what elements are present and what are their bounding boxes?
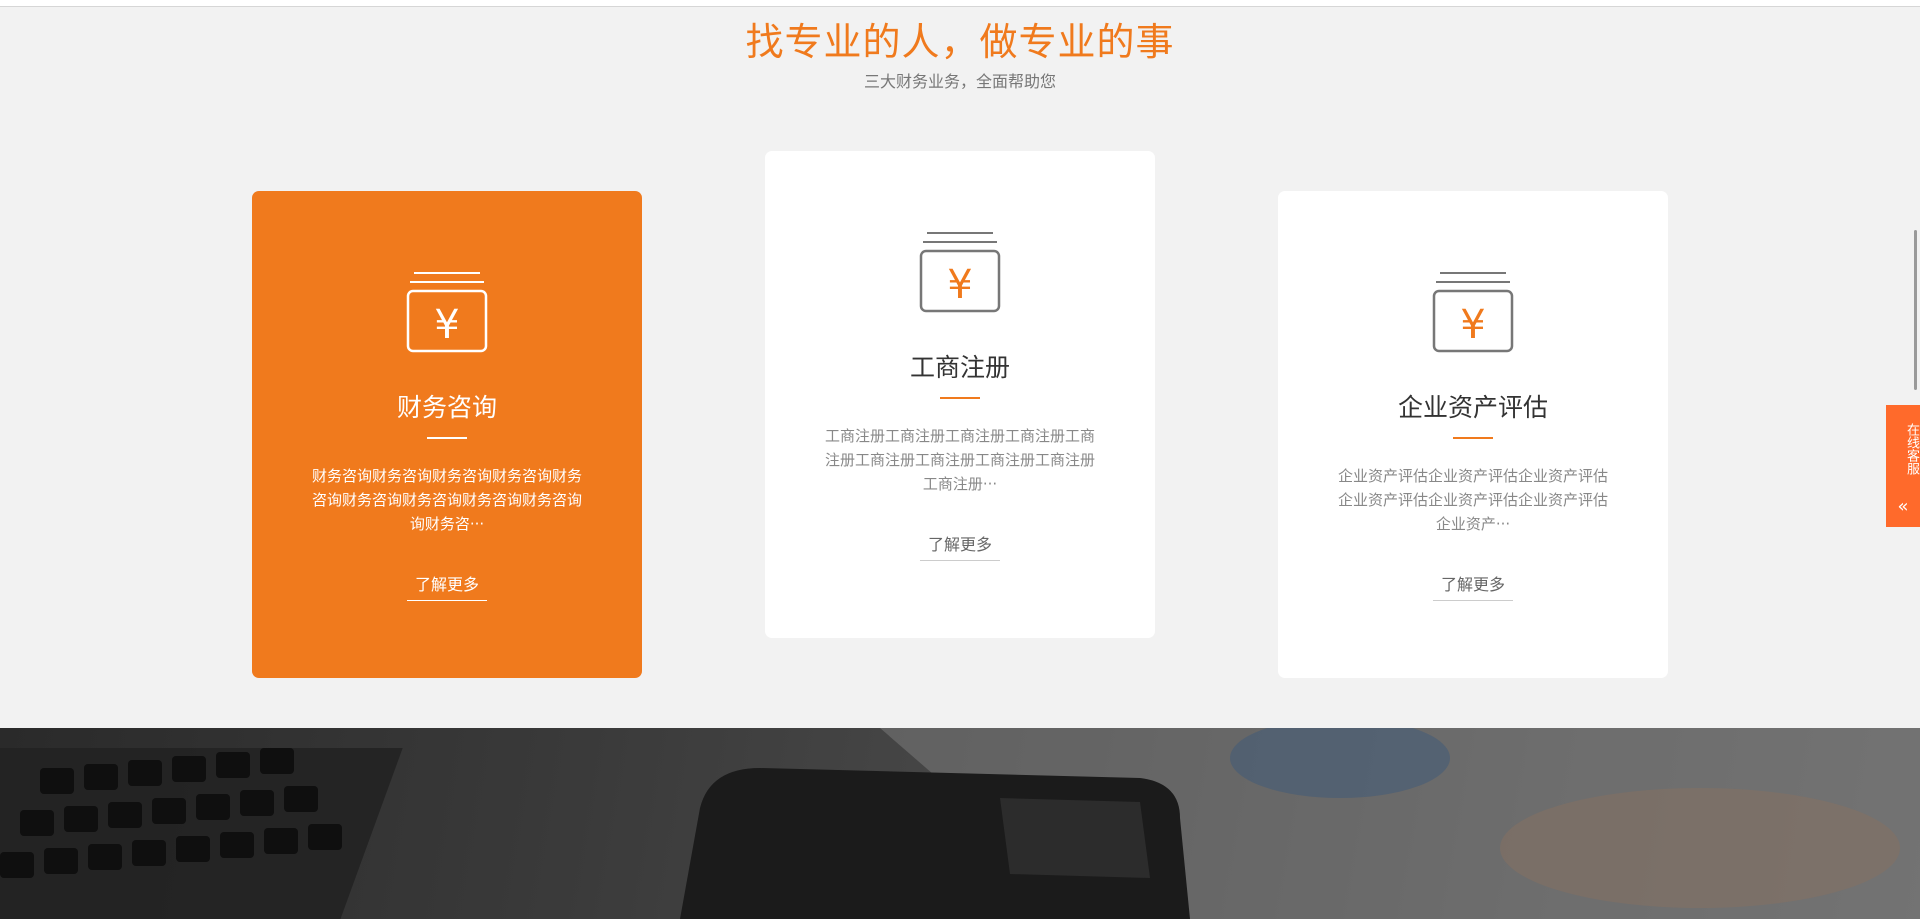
service-card-business-registration[interactable]: ¥ 工商注册 工商注册工商注册工商注册工商注册工商注册工商注册工商注册工商注册工… [765,151,1155,638]
card-description: 工商注册工商注册工商注册工商注册工商注册工商注册工商注册工商注册工商注册工商注册… [824,427,1095,493]
service-card-asset-valuation[interactable]: ¥ 企业资产评估 企业资产评估企业资产评估企业资产评估企业资产评估企业资产评估企… [1278,191,1668,678]
section-subtitle: 三大财务业务，全面帮助您 [863,72,1056,91]
card-divider [940,397,980,399]
card-description: 财务咨询财务咨询财务咨询财务咨询财务咨询财务咨询财务咨询财务咨询财务咨询询财务咨… [311,467,582,533]
card-title: 企业资产评估 [1397,393,1548,422]
yen-money-icon: ¥ [406,269,488,353]
background-photo-laptop-calculator [0,728,1920,919]
learn-more-link[interactable]: 了解更多 [919,534,1001,561]
yen-money-icon: ¥ [1432,269,1514,353]
service-card-financial-consulting[interactable]: ¥ 财务咨询 财务咨询财务咨询财务咨询财务咨询财务咨询财务咨询财务咨询财务咨询财… [252,191,642,678]
card-description: 企业资产评估企业资产评估企业资产评估企业资产评估企业资产评估企业资产评估企业资产… [1337,467,1608,533]
top-border [0,0,1920,7]
svg-text:¥: ¥ [434,302,459,348]
svg-text:¥: ¥ [947,262,972,308]
online-customer-service-button[interactable]: 在线客服 « [1886,405,1920,527]
card-title: 财务咨询 [396,393,497,422]
learn-more-link[interactable]: 了解更多 [406,574,488,601]
section-title: 找专业的人，做专业的事 [745,20,1175,64]
service-tab-label: 在线客服 [1904,423,1919,475]
yen-money-icon: ¥ [919,229,1001,313]
card-divider [427,437,467,439]
card-divider [1453,437,1493,439]
double-chevron-left-icon: « [1897,496,1909,517]
svg-text:¥: ¥ [1460,302,1485,348]
scrollbar-thumb[interactable] [1914,230,1917,390]
services-section: 找专业的人，做专业的事 三大财务业务，全面帮助您 ¥ 财务咨询 财务咨询财务咨询… [0,7,1920,728]
learn-more-link[interactable]: 了解更多 [1432,574,1514,601]
card-title: 工商注册 [909,353,1010,382]
